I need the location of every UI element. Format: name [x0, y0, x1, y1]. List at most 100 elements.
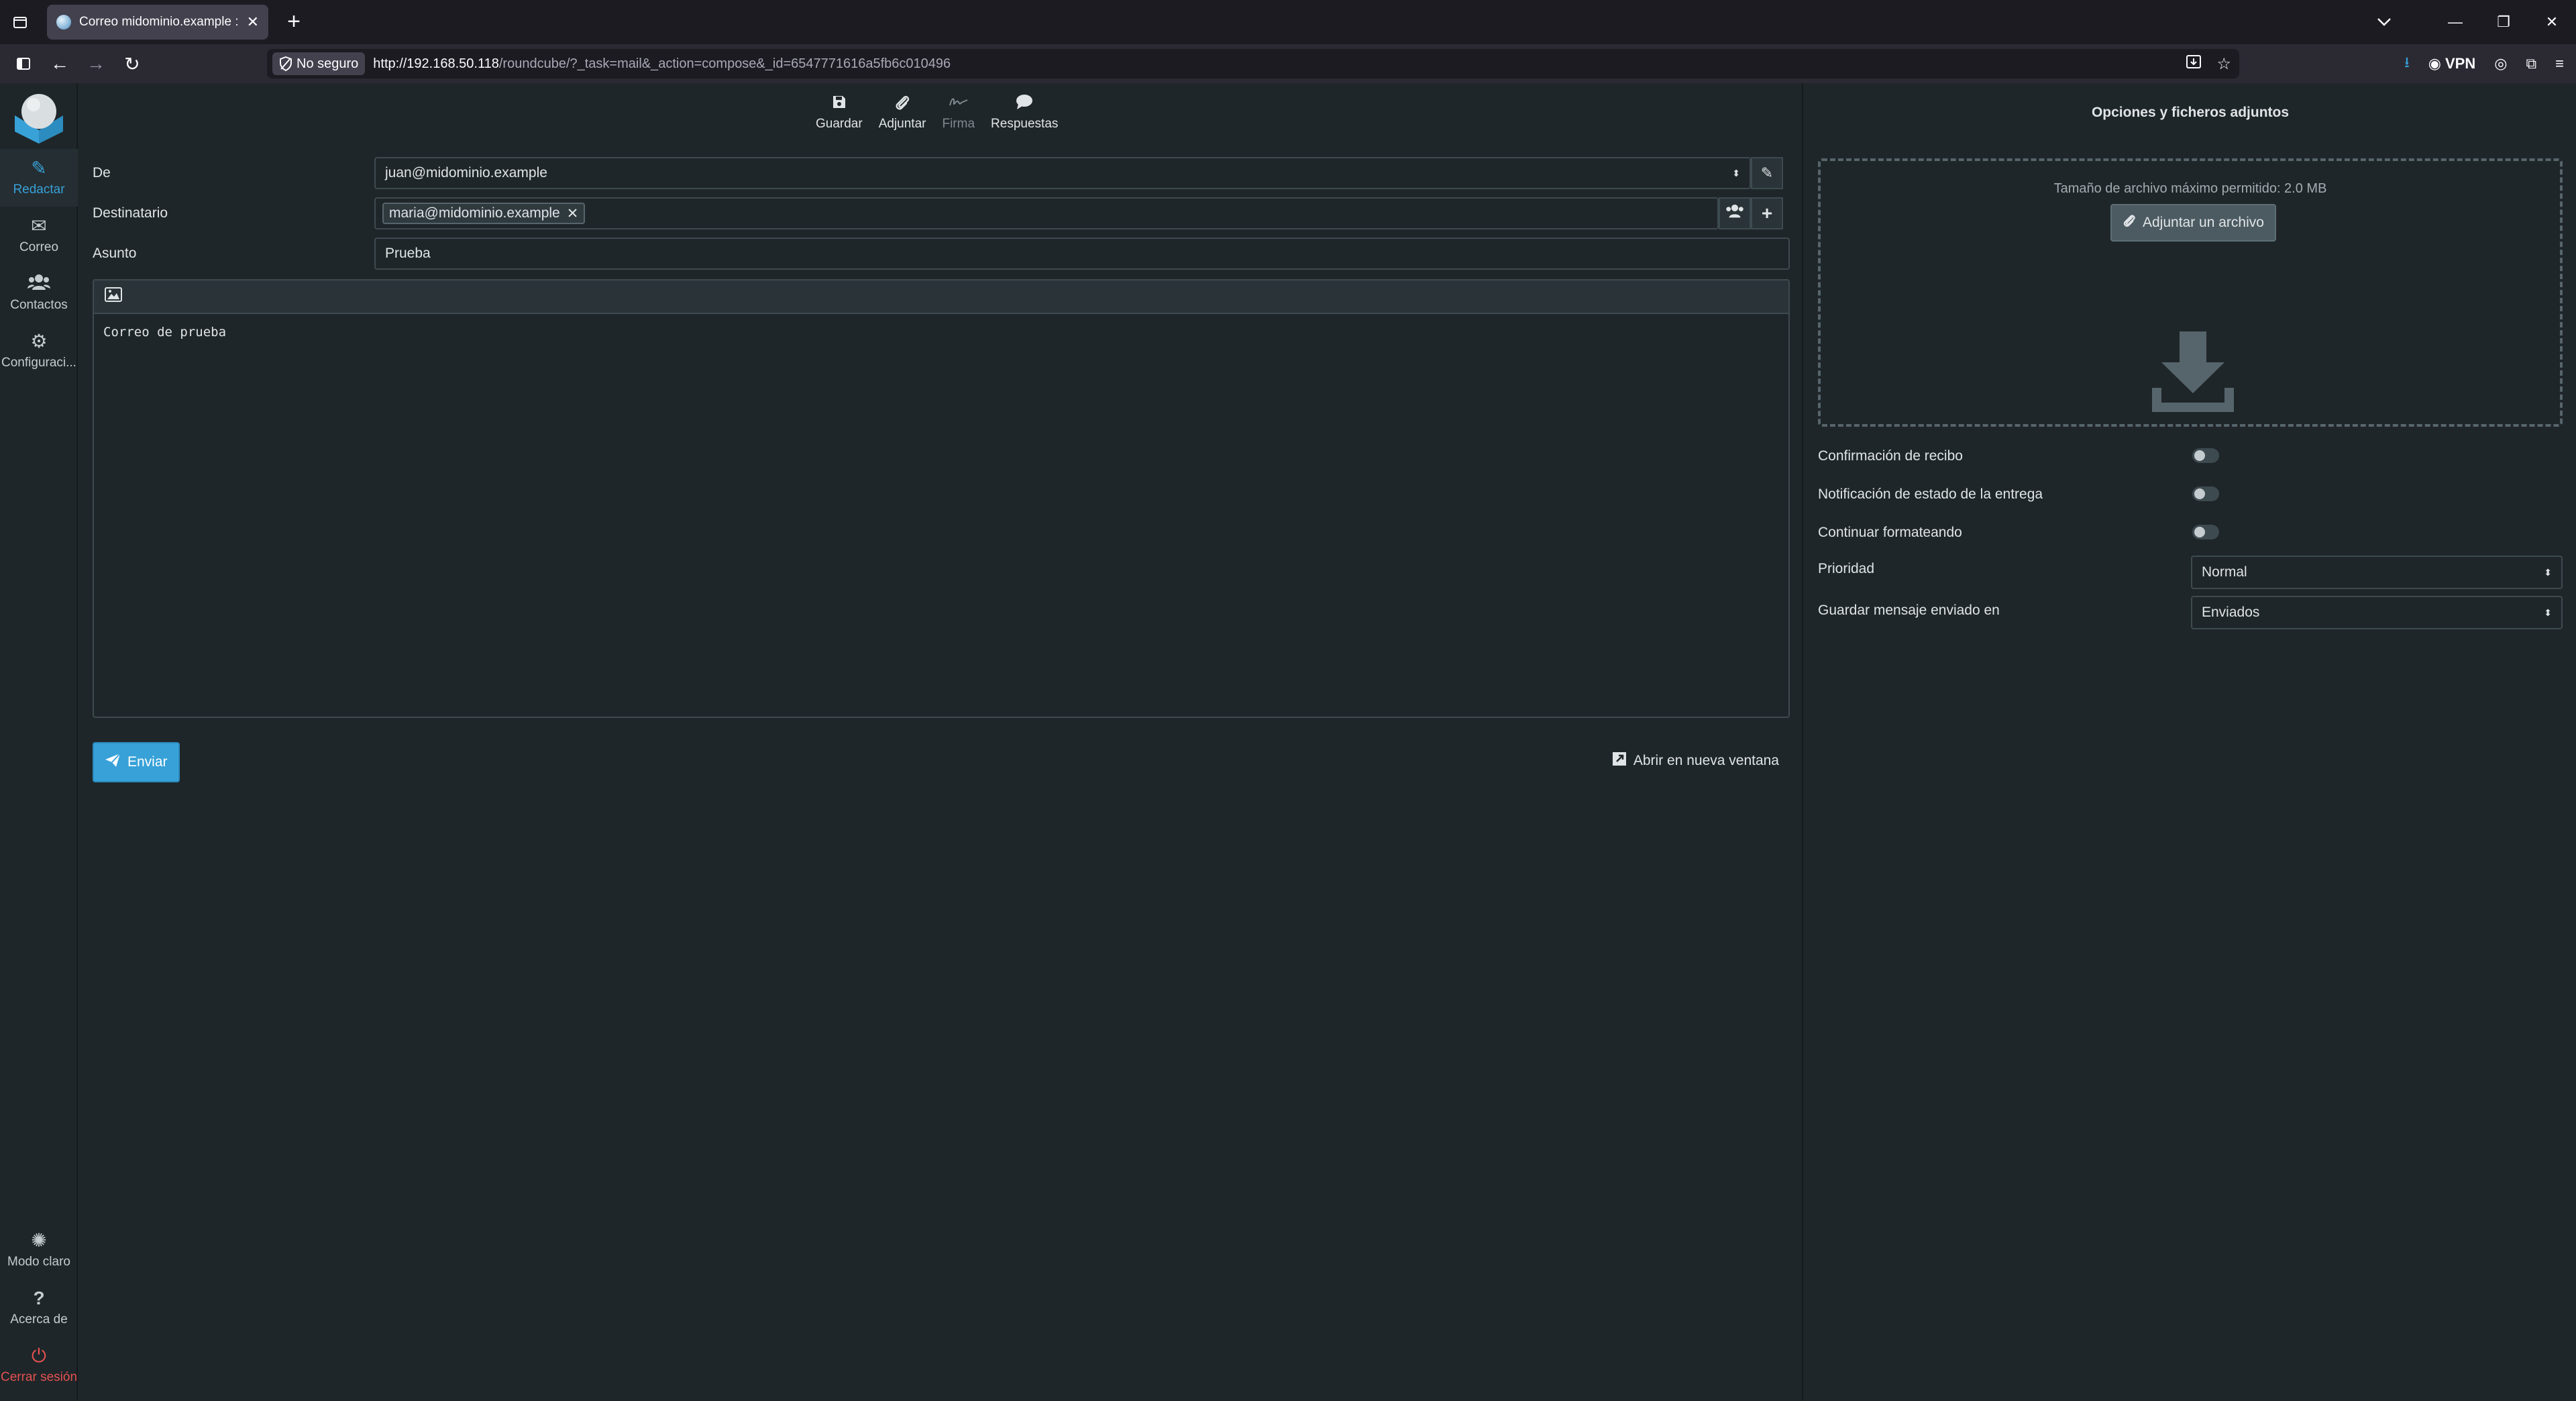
external-window-icon: [1612, 751, 1627, 770]
to-label: Destinatario: [93, 205, 168, 221]
image-icon[interactable]: [105, 287, 122, 306]
close-tab-icon[interactable]: ✕: [247, 13, 259, 31]
tab-list-chevron-icon[interactable]: [2364, 0, 2404, 44]
menu-hamburger-icon[interactable]: ≡: [2555, 55, 2564, 72]
signature-icon: [949, 94, 969, 113]
users-icon: [1725, 204, 1745, 223]
bookmark-star-icon[interactable]: ☆: [2216, 54, 2231, 74]
reload-icon[interactable]: ↻: [114, 46, 150, 82]
sidebar-item-compose[interactable]: ✎ Redactar: [0, 149, 78, 207]
users-icon: [28, 274, 50, 294]
attach-button[interactable]: Adjuntar: [871, 86, 934, 140]
download-arrow-icon: [2152, 331, 2234, 412]
sidebar-item-logout[interactable]: ⏻ Cerrar sesión: [0, 1337, 78, 1394]
restore-window-icon[interactable]: ❐: [2479, 0, 2528, 44]
sidebar-item-settings[interactable]: ⚙ Configuraci...: [0, 322, 78, 380]
minimize-window-icon[interactable]: —: [2431, 0, 2479, 44]
save-sent-label: Guardar mensaje enviado en: [1818, 603, 2000, 618]
reader-view-icon[interactable]: [2186, 54, 2202, 74]
select-arrows-icon: ⬍: [2544, 567, 2552, 578]
open-new-window-link[interactable]: Abrir en nueva ventana: [1612, 751, 1779, 770]
new-tab-icon[interactable]: +: [280, 9, 307, 36]
sidebar-item-label: Cerrar sesión: [0, 1370, 78, 1384]
save-button[interactable]: Guardar: [808, 86, 871, 140]
options-panel: Opciones y ficheros adjuntos Tamaño de a…: [1802, 83, 2576, 1401]
subject-input[interactable]: Prueba: [374, 238, 1790, 270]
priority-label: Prioridad: [1818, 561, 1875, 576]
priority-select[interactable]: Normal ⬍: [2191, 556, 2563, 589]
vpn-status-icon: ◉: [2428, 55, 2441, 72]
browser-tab-bar: Correo midominio.example :: Ro ✕ + — ❐ ✕: [0, 0, 2576, 44]
vpn-button[interactable]: ◉ VPN: [2428, 55, 2475, 72]
account-icon[interactable]: ◎: [2494, 55, 2507, 72]
delivery-status-toggle[interactable]: [2192, 486, 2219, 501]
delivery-status-label: Notificación de estado de la entrega: [1818, 486, 2043, 502]
keep-formatting-label: Continuar formateando: [1818, 525, 1962, 540]
power-icon: ⏻: [31, 1345, 47, 1366]
responses-button[interactable]: Respuestas: [983, 86, 1066, 140]
roundcube-app: ✎ Redactar ✉ Correo Contactos ⚙ Configur…: [0, 83, 2576, 1401]
not-secure-badge[interactable]: No seguro: [272, 52, 366, 75]
roundcube-favicon-icon: [56, 15, 71, 30]
gear-icon: ⚙: [30, 331, 48, 352]
send-button[interactable]: Enviar: [93, 742, 180, 782]
from-select[interactable]: juan@midominio.example ⬍: [374, 157, 1751, 189]
sidebar-item-mail[interactable]: ✉ Correo: [0, 207, 78, 264]
attach-file-label: Adjuntar un archivo: [2143, 215, 2264, 230]
floppy-icon: [831, 94, 847, 113]
address-book-button[interactable]: [1719, 197, 1751, 229]
keep-formatting-toggle[interactable]: [2192, 525, 2219, 539]
editor-toolbar: [93, 279, 1790, 313]
downloads-icon[interactable]: ⭳: [2404, 51, 2410, 76]
sidebar-item-label: Correo: [19, 240, 59, 254]
read-receipt-label: Confirmación de recibo: [1818, 448, 1963, 464]
sidebar-toggle-icon[interactable]: [5, 46, 42, 82]
recipient-address: maria@midominio.example: [389, 205, 560, 221]
sidebar-item-label: Configuraci...: [1, 356, 76, 370]
save-sent-value: Enviados: [2202, 605, 2260, 620]
read-receipt-toggle[interactable]: [2192, 448, 2219, 463]
signature-button[interactable]: Firma: [934, 86, 983, 140]
compose-panel: Guardar Adjuntar Firma Respuestas De jua…: [78, 83, 1802, 1401]
back-arrow-icon[interactable]: ←: [42, 46, 78, 82]
url-text: http://192.168.50.118/roundcube/?_task=m…: [373, 56, 951, 72]
extensions-icon[interactable]: ⧉: [2526, 55, 2536, 72]
attachment-dropzone[interactable]: Tamaño de archivo máximo permitido: 2.0 …: [1818, 158, 2563, 427]
tab-overview-icon[interactable]: [0, 0, 40, 44]
subject-label: Asunto: [93, 246, 137, 261]
close-window-icon[interactable]: ✕: [2528, 0, 2576, 44]
url-bar[interactable]: No seguro http://192.168.50.118/roundcub…: [267, 49, 2239, 79]
url-path: /roundcube/?_task=mail&_action=compose&_…: [498, 56, 951, 71]
not-secure-label: No seguro: [297, 56, 359, 71]
responses-label: Respuestas: [991, 117, 1059, 131]
message-body-editor[interactable]: Correo de prueba: [93, 313, 1790, 718]
save-sent-select[interactable]: Enviados ⬍: [2191, 596, 2563, 629]
sidebar-item-about[interactable]: ? Acerca de: [0, 1279, 78, 1337]
sidebar-item-label: Modo claro: [7, 1255, 70, 1269]
main-sidebar: ✎ Redactar ✉ Correo Contactos ⚙ Configur…: [0, 83, 78, 1401]
signature-label: Firma: [942, 117, 975, 131]
edit-identity-button[interactable]: ✎: [1751, 157, 1783, 189]
speech-bubble-icon: [1016, 94, 1033, 113]
recipient-chip[interactable]: maria@midominio.example ✕: [382, 203, 586, 224]
paperclip-icon: [2123, 213, 2136, 232]
remove-recipient-icon[interactable]: ✕: [567, 205, 579, 222]
from-value: juan@midominio.example: [385, 165, 547, 180]
sun-icon: ✺: [31, 1230, 47, 1251]
sidebar-item-label: Acerca de: [10, 1312, 68, 1327]
forward-arrow-icon[interactable]: →: [78, 46, 114, 82]
attach-file-button[interactable]: Adjuntar un archivo: [2110, 204, 2276, 242]
paper-plane-icon: [105, 753, 121, 772]
browser-tab-active[interactable]: Correo midominio.example :: Ro ✕: [47, 5, 268, 40]
subject-value: Prueba: [385, 246, 431, 261]
to-input[interactable]: maria@midominio.example ✕: [374, 197, 1719, 229]
attach-label: Adjuntar: [878, 117, 926, 131]
pencil-square-icon: ✎: [31, 158, 47, 178]
add-header-button[interactable]: +: [1751, 197, 1783, 229]
sidebar-item-light-mode[interactable]: ✺ Modo claro: [0, 1221, 78, 1279]
max-file-size-text: Tamaño de archivo máximo permitido: 2.0 …: [2053, 181, 2327, 196]
url-host: http://192.168.50.118: [373, 56, 499, 71]
browser-nav-bar: ← → ↻ No seguro http://192.168.50.118/ro…: [0, 44, 2576, 83]
sidebar-item-contacts[interactable]: Contactos: [0, 264, 78, 322]
compose-toolbar: Guardar Adjuntar Firma Respuestas: [78, 83, 1802, 142]
